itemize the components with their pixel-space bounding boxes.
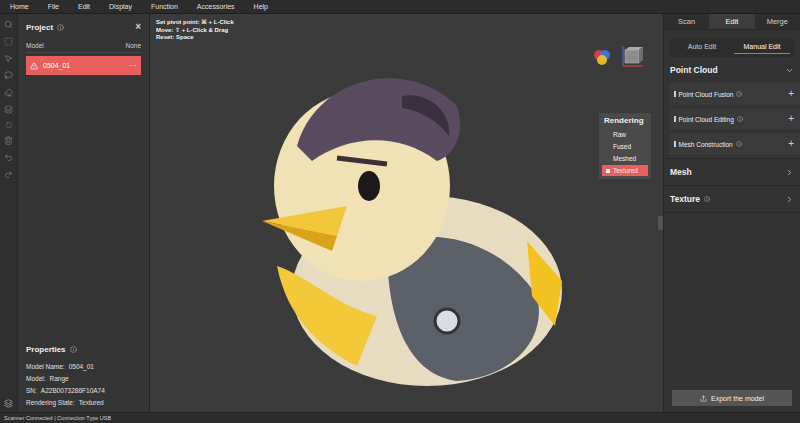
edit-panel: ScanEditMerge Auto Edit Manual Edit Point C… [663, 14, 800, 412]
export-icon [700, 395, 707, 402]
section-item[interactable]: Point Cloud Fusion+ [670, 83, 800, 105]
property-row: Rendering State:Textured [26, 399, 141, 406]
layers-icon[interactable] [4, 105, 13, 114]
chevron-right-icon [785, 195, 794, 204]
add-button[interactable]: + [788, 89, 794, 99]
section-header[interactable]: Point Cloud [664, 57, 800, 83]
section-header[interactable]: Mesh [664, 159, 800, 185]
edit-subtabs: Auto Edit Manual Edit [670, 38, 794, 57]
export-button[interactable]: Export the model [672, 390, 792, 406]
lasso-icon[interactable] [4, 71, 13, 80]
chevron-right-icon [785, 168, 794, 177]
app-window: Home File Edit Display Function Accessories He… [0, 0, 800, 423]
section-item[interactable]: Mesh Construction+ [670, 133, 800, 155]
status-bar: Scanner Connected | Connection Type USB [0, 412, 800, 423]
add-button[interactable]: + [788, 139, 794, 149]
panel-handle[interactable] [658, 216, 663, 230]
main-area: Project× ModelNone 0504_01··· Properties Mod… [0, 14, 800, 412]
menu-item[interactable]: Home [10, 3, 29, 10]
mode-tab[interactable]: Edit [709, 14, 754, 29]
box-select-icon[interactable] [4, 37, 13, 46]
rendering-option[interactable]: Meshed [602, 153, 648, 164]
layers-icon[interactable] [4, 399, 13, 408]
control-hints: Set pivot point: ⌘ + L-ClickMove: ⇧ + L-… [156, 18, 234, 40]
search-icon[interactable] [4, 20, 13, 29]
viewport[interactable]: Set pivot point: ⌘ + L-ClickMove: ⇧ + L-… [150, 14, 663, 412]
model-columns: ModelNone [26, 40, 141, 53]
scanned-model-picture[interactable] [237, 36, 577, 391]
project-panel: Project× ModelNone 0504_01··· Properties Mod… [18, 14, 150, 412]
rendering-panel: RenderingRawFusedMeshedTextured [599, 113, 651, 179]
project-header: Project× [26, 22, 141, 32]
edit-section: Texture [664, 186, 800, 213]
close-button[interactable]: × [135, 22, 141, 32]
info-icon[interactable] [737, 116, 743, 122]
model-row[interactable]: 0504_01··· [26, 56, 141, 75]
info-icon[interactable] [57, 24, 64, 31]
color-circles-icon[interactable] [593, 49, 611, 65]
property-row: SN:A22B0073286F10A74 [26, 387, 141, 394]
pointer-icon[interactable] [4, 54, 13, 63]
menu-item[interactable]: File [48, 3, 59, 10]
section-header[interactable]: Texture [664, 186, 800, 212]
view-tools [593, 44, 645, 70]
edit-section: Mesh [664, 159, 800, 186]
menu-bar: Home File Edit Display Function Accessories He… [0, 0, 800, 14]
warning-icon [30, 62, 38, 70]
menu-item[interactable]: Accessories [197, 3, 235, 10]
redo-icon[interactable] [4, 170, 13, 179]
mode-tab[interactable]: Merge [755, 14, 800, 29]
edit-subtab[interactable]: Manual Edit [734, 41, 790, 54]
menu-item[interactable]: Edit [78, 3, 90, 10]
more-button[interactable]: ··· [129, 61, 137, 70]
edit-subtab[interactable]: Auto Edit [674, 41, 730, 54]
undo-icon[interactable] [4, 153, 13, 162]
info-icon[interactable] [70, 346, 77, 353]
eraser-icon[interactable] [4, 88, 13, 97]
properties-list: Model Name:0504_01 Model:Range SN:A22B0073… [26, 363, 141, 406]
property-row: Model:Range [26, 375, 141, 382]
tool-rail [0, 14, 18, 412]
info-icon[interactable] [736, 91, 742, 97]
info-icon[interactable] [704, 196, 710, 202]
view-cube-icon[interactable] [619, 44, 645, 70]
info-icon[interactable] [736, 141, 742, 147]
mode-tab[interactable]: Scan [664, 14, 709, 29]
menu-item[interactable]: Function [151, 3, 178, 10]
properties-header: Properties [26, 345, 141, 354]
square-icon[interactable] [6, 122, 12, 128]
mode-tabs: ScanEditMerge [664, 14, 800, 30]
edit-section: Point CloudPoint Cloud Fusion+ Point Clou… [664, 57, 800, 159]
trash-icon[interactable] [4, 136, 13, 145]
rendering-option[interactable]: Raw [602, 129, 648, 140]
add-button[interactable]: + [788, 114, 794, 124]
menu-item[interactable]: Help [254, 3, 268, 10]
menu-item[interactable]: Display [109, 3, 132, 10]
section-item[interactable]: Point Cloud Editing+ [670, 108, 800, 130]
property-row: Model Name:0504_01 [26, 363, 141, 370]
rendering-option[interactable]: Fused [602, 141, 648, 152]
chevron-down-icon [785, 66, 794, 75]
rendering-option[interactable]: Textured [602, 165, 648, 176]
